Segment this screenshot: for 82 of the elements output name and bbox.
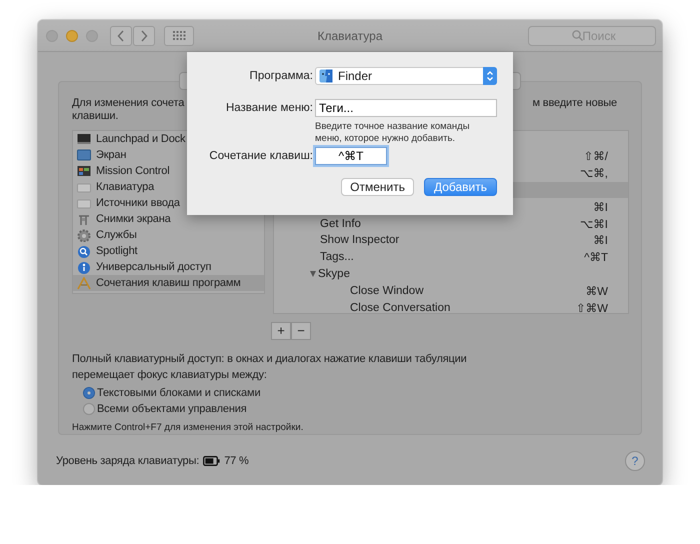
shortcut-keys: ^⌘T	[584, 250, 608, 264]
minimize-icon[interactable]	[66, 30, 78, 42]
category-item[interactable]: Spotlight	[73, 243, 264, 259]
category-label: Сочетания клавиш программ	[96, 277, 241, 289]
shortcut-field[interactable]: ^⌘T	[315, 147, 387, 165]
category-item[interactable]: Сочетания клавиш программ	[73, 275, 264, 291]
radio-label[interactable]: Всеми объектами управления	[97, 403, 247, 415]
radio-button[interactable]	[83, 403, 95, 415]
category-label: Экран	[96, 149, 126, 161]
search-icon	[77, 244, 91, 258]
shortcut-keys: ⇧⌘W	[576, 300, 608, 315]
updown-arrows-icon	[486, 70, 494, 82]
battery-level: 77 %	[224, 455, 249, 467]
shortcut-row[interactable]: Close Conversation ⇧⌘W	[274, 299, 628, 316]
cancel-button[interactable]: Отменить	[341, 178, 414, 196]
shortcut-keys: ⌥⌘I	[580, 216, 608, 231]
display-icon	[77, 148, 91, 162]
shortcut-keys: ⌘I	[593, 233, 608, 248]
forward-button[interactable]	[133, 26, 155, 46]
shortcut-row[interactable]: Tags... ^⌘T	[274, 248, 628, 266]
close-icon[interactable]	[46, 30, 58, 42]
command-name: Skype	[318, 268, 350, 280]
command-name: Tags...	[320, 251, 354, 264]
battery-label: Уровень заряда клавиатуры:	[56, 455, 200, 467]
radio-button[interactable]	[83, 387, 95, 399]
search-icon	[572, 30, 583, 41]
shortcut-row[interactable]: Get Info ⌥⌘I	[274, 215, 628, 232]
command-name: Get Info	[320, 218, 361, 230]
category-label: Службы	[96, 229, 137, 241]
finder-icon	[319, 69, 333, 83]
accessibility-icon	[77, 260, 91, 274]
category-label: Launchpad и Dock	[96, 133, 186, 145]
description-text: м введите новые	[532, 97, 617, 109]
shortcut-keys: ⌥⌘,	[580, 166, 608, 180]
category-label: Mission Control	[96, 165, 170, 177]
category-item[interactable]: Службы	[73, 227, 264, 243]
category-item[interactable]: Mission Control	[73, 163, 264, 179]
shortcut-row[interactable]: Skype	[274, 266, 628, 282]
category-item[interactable]: Универсальный доступ	[73, 259, 264, 275]
command-name: Show Inspector	[320, 234, 400, 246]
grid-icon	[172, 31, 186, 40]
field-label: Программа:	[248, 70, 313, 82]
hint-text: Введите точное название команды меню, которое нужно добавить.	[315, 121, 471, 145]
shortcut-keys: ⌘I	[593, 200, 608, 214]
keyboard-icon	[77, 180, 91, 194]
field-label: Сочетание клавиш:	[208, 150, 313, 162]
category-label: Универсальный доступ	[96, 261, 212, 273]
category-item[interactable]: Снимки экрана	[73, 211, 264, 227]
keyboard-icon	[77, 196, 91, 210]
description-text: Для изменения сочета	[72, 97, 184, 109]
category-item[interactable]: Источники ввода	[73, 195, 264, 211]
radio-label[interactable]: Текстовыми блоками и списками	[97, 387, 260, 399]
windows-icon	[77, 164, 91, 178]
disclosure-triangle[interactable]	[310, 270, 316, 277]
description-text: Полный клавиатурный доступ: в окнах и диалогах нажатие клавиши табуляции перемещает фокус клавиатуры между:	[72, 352, 468, 383]
chevron-right-icon	[140, 30, 148, 42]
category-item[interactable]: Launchpad и Dock	[73, 131, 264, 147]
hint-text: Нажмите Control+F7 для изменения этой настройки.	[72, 422, 304, 433]
zoom-icon[interactable]	[86, 30, 98, 42]
shortcut-row[interactable]: Show Inspector ⌘I	[274, 232, 628, 249]
category-label: Клавиатура	[96, 181, 154, 193]
gear-icon	[77, 228, 91, 242]
show-all-button[interactable]	[164, 26, 194, 46]
category-label: Снимки экрана	[96, 213, 171, 225]
window-title: Клавиатура	[318, 28, 382, 42]
category-label: Spotlight	[96, 245, 138, 257]
monitor-icon	[77, 132, 91, 146]
program-dropdown[interactable]: Finder	[315, 67, 497, 85]
command-name: Close Window	[350, 284, 424, 297]
add-button[interactable]: +	[271, 322, 291, 340]
shortcut-row[interactable]: Close Window ⌘W	[274, 282, 628, 300]
category-item[interactable]: Клавиатура	[73, 179, 264, 195]
description-text: клавиши.	[72, 110, 120, 122]
battery-icon	[203, 456, 220, 466]
field-label: Название меню:	[224, 102, 313, 114]
back-button[interactable]	[110, 26, 132, 46]
shortcut-keys: ⌘W	[586, 284, 608, 298]
menu-name-field[interactable]: Теги...	[315, 99, 497, 117]
command-name: Close Conversation	[350, 302, 450, 314]
remove-button[interactable]: −	[291, 322, 311, 340]
chevron-left-icon	[117, 30, 125, 42]
category-label: Источники ввода	[96, 197, 180, 209]
